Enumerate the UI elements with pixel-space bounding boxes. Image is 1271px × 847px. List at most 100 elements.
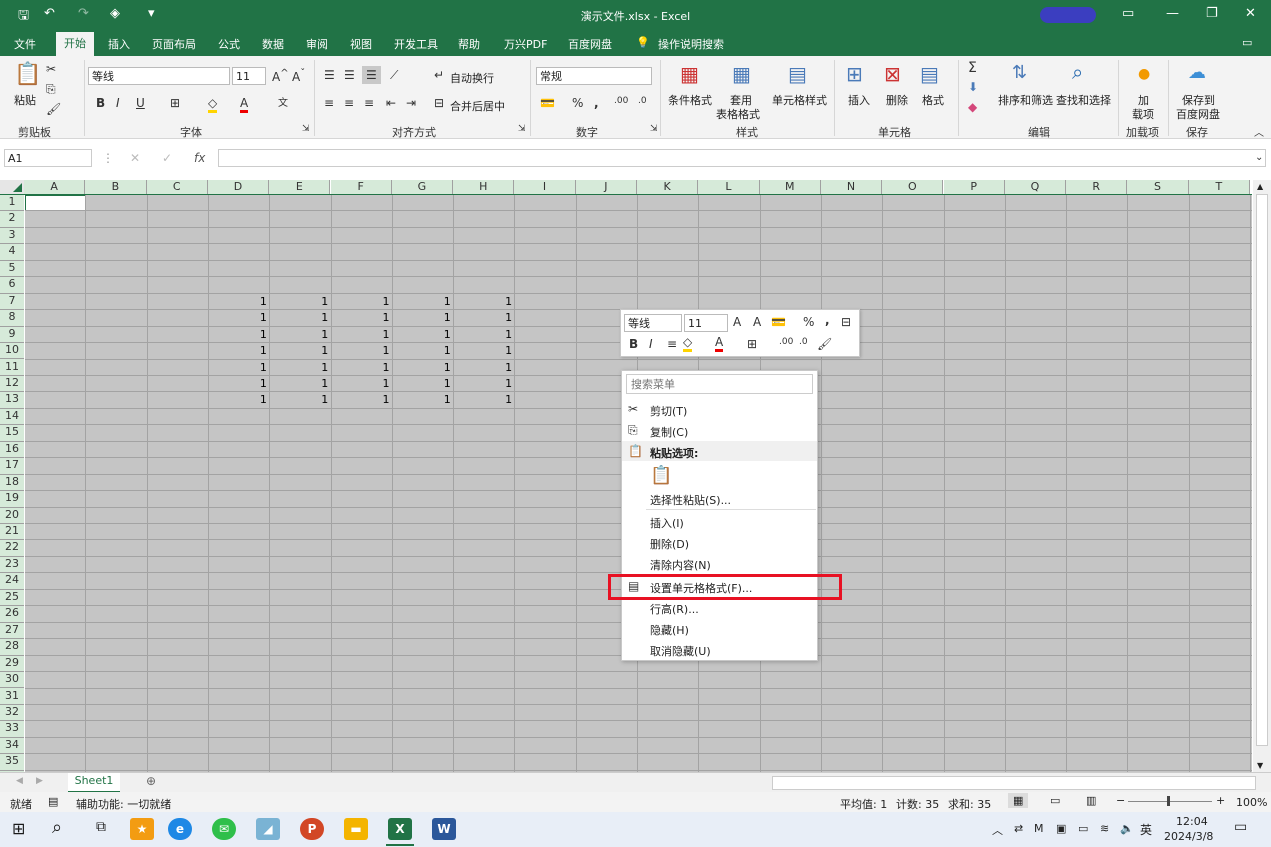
column-header-g[interactable]: G [391, 180, 454, 194]
mini-align-icon[interactable]: ≡ [667, 337, 677, 351]
column-header-m[interactable]: M [759, 180, 821, 194]
notification-icon[interactable]: ▭ [1234, 819, 1247, 835]
mini-decrease-font-icon[interactable]: A [753, 315, 761, 329]
new-sheet-icon[interactable]: ⊕ [146, 774, 156, 788]
bold-icon[interactable]: B [96, 96, 105, 110]
cell-value[interactable]: 1 [393, 377, 451, 390]
tab-wondershare-pdf[interactable]: 万兴PDF [504, 36, 547, 52]
phonetic-icon[interactable]: 文 [278, 94, 288, 109]
cell-value[interactable]: 1 [209, 377, 267, 390]
row-header-14[interactable]: 14 [0, 408, 24, 426]
mini-increase-decimal-icon[interactable]: .00 [779, 337, 793, 347]
wechat-icon[interactable]: ✉ [212, 818, 236, 840]
column-header-b[interactable]: B [85, 180, 147, 194]
zoom-out-icon[interactable]: − [1116, 794, 1125, 807]
cell-styles-icon[interactable]: ▤ [788, 62, 807, 86]
tab-baidu-netdisk[interactable]: 百度网盘 [568, 36, 612, 52]
column-header-j[interactable]: J [575, 180, 637, 194]
tab-page-layout[interactable]: 页面布局 [152, 36, 196, 52]
row-header-5[interactable]: 5 [0, 260, 24, 278]
prev-sheet-icon[interactable]: ◀ [16, 776, 23, 786]
cell-value[interactable]: 1 [209, 311, 267, 324]
increase-font-icon[interactable]: A^ [272, 68, 289, 84]
clock-date[interactable]: 2024/3/8 [1164, 830, 1213, 843]
column-header-e[interactable]: E [269, 180, 331, 194]
tab-insert[interactable]: 插入 [108, 36, 130, 52]
increase-decimal-icon[interactable]: .00 [614, 96, 628, 106]
cell-value[interactable]: 1 [332, 311, 390, 324]
cell-value[interactable]: 1 [270, 344, 328, 357]
ribbon-display-icon[interactable]: ▭ [1122, 6, 1134, 21]
row-header-23[interactable]: 23 [0, 556, 24, 574]
menu-cut[interactable]: 剪切(T) [650, 403, 687, 419]
cell-value[interactable]: 1 [332, 393, 390, 406]
sort-filter-button[interactable]: 排序和筛选 [998, 92, 1053, 108]
volume-icon[interactable]: 🔈 [1120, 822, 1134, 835]
cancel-icon[interactable]: ✕ [130, 151, 140, 165]
cell-value[interactable]: 1 [454, 295, 512, 308]
wrap-text-button[interactable]: 自动换行 [450, 70, 494, 86]
cell-value[interactable]: 1 [332, 377, 390, 390]
menu-delete[interactable]: 删除(D) [650, 536, 689, 552]
align-top-icon[interactable]: ☰ [324, 68, 335, 82]
file-explorer-icon[interactable]: ▬ [344, 818, 368, 840]
cell-value[interactable]: 1 [332, 295, 390, 308]
mini-font-color-icon[interactable]: A [715, 335, 724, 352]
save-to-baidu-button[interactable]: 百度网盘 [1176, 106, 1220, 122]
mini-decrease-decimal-icon[interactable]: .0 [799, 337, 808, 347]
row-header-9[interactable]: 9 [0, 326, 24, 344]
row-header-20[interactable]: 20 [0, 507, 24, 524]
row-header-25[interactable]: 25 [0, 589, 24, 607]
insert-cells-button[interactable]: 插入 [848, 92, 870, 108]
number-format-select[interactable]: 常规 [536, 67, 652, 85]
cell-value[interactable]: 1 [454, 361, 512, 374]
row-header-7[interactable]: 7 [0, 293, 24, 311]
paste-button[interactable]: 粘贴 [14, 92, 36, 108]
mini-size-select[interactable]: 11 [684, 314, 728, 332]
horizontal-scrollbar[interactable] [772, 776, 1256, 790]
column-header-n[interactable]: N [820, 180, 883, 194]
battery-icon[interactable]: ▭ [1078, 822, 1088, 835]
page-layout-view-icon[interactable]: ▭ [1050, 794, 1060, 807]
row-header-13[interactable]: 13 [0, 392, 24, 409]
row-header-26[interactable]: 26 [0, 606, 24, 623]
row-header-24[interactable]: 24 [0, 573, 24, 590]
delete-cells-button[interactable]: 删除 [886, 92, 908, 108]
row-header-31[interactable]: 31 [0, 688, 24, 705]
tab-review[interactable]: 审阅 [306, 36, 328, 52]
tab-data[interactable]: 数据 [262, 36, 284, 52]
menu-row-height[interactable]: 行高(R)... [650, 601, 699, 617]
row-header-21[interactable]: 21 [0, 524, 24, 541]
close-icon[interactable]: ✕ [1245, 6, 1256, 21]
align-right-icon[interactable]: ≡ [364, 96, 374, 110]
baidu-cloud-icon[interactable]: ☁ [1188, 62, 1206, 83]
tell-me-search[interactable]: 操作说明搜索 [658, 36, 724, 52]
cell-value[interactable]: 1 [393, 311, 451, 324]
column-header-t[interactable]: T [1188, 180, 1250, 194]
comma-style-icon[interactable]: , [594, 96, 599, 110]
column-header-l[interactable]: L [698, 180, 760, 194]
cell-styles-button[interactable]: 单元格样式 [772, 92, 827, 108]
row-header-6[interactable]: 6 [0, 277, 24, 294]
row-header-22[interactable]: 22 [0, 540, 24, 557]
font-dialog-launcher-icon[interactable]: ⇲ [302, 124, 310, 134]
row-header-8[interactable]: 8 [0, 310, 24, 327]
insert-function-icon[interactable]: fx [194, 151, 205, 165]
align-middle-icon[interactable]: ☰ [344, 68, 355, 82]
row-header-17[interactable]: 17 [0, 458, 24, 475]
cell-value[interactable]: 1 [270, 377, 328, 390]
restore-icon[interactable]: ❐ [1206, 6, 1218, 21]
row-header-30[interactable]: 30 [0, 672, 24, 689]
orientation-icon[interactable]: ⟋ [390, 68, 398, 83]
column-header-d[interactable]: D [207, 180, 270, 194]
zoom-in-icon[interactable]: + [1216, 794, 1225, 807]
cell-value[interactable]: 1 [393, 361, 451, 374]
accessibility-status[interactable]: 辅助功能: 一切就绪 [76, 796, 171, 812]
row-header-3[interactable]: 3 [0, 227, 24, 245]
paste-icon[interactable]: 📋 [14, 62, 41, 87]
row-header-4[interactable]: 4 [0, 244, 24, 261]
cell-value[interactable]: 1 [454, 328, 512, 341]
border-icon[interactable]: ⊞ [170, 96, 180, 110]
align-left-icon[interactable]: ≡ [324, 96, 334, 110]
mini-comma-icon[interactable]: , [825, 313, 830, 327]
